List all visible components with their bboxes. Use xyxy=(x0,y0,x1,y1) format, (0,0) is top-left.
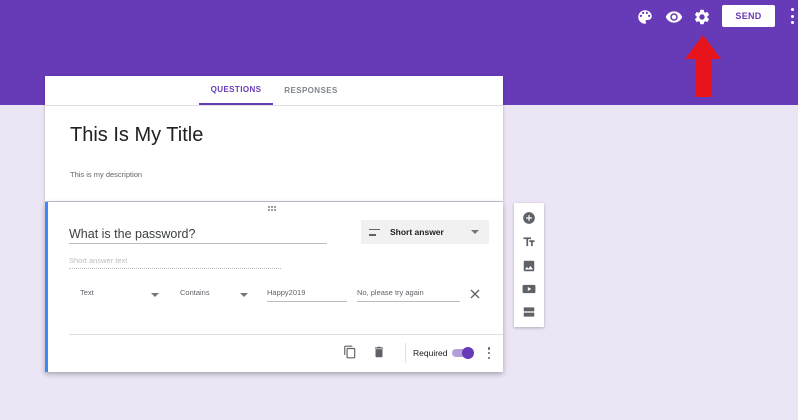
close-icon[interactable] xyxy=(469,288,481,300)
palette-icon[interactable] xyxy=(634,6,656,28)
validation-error-input[interactable]: No, please try again xyxy=(357,288,460,302)
validation-type-chevron-icon[interactable] xyxy=(151,293,159,297)
tab-divider xyxy=(45,105,503,106)
chevron-down-icon xyxy=(471,230,479,234)
image-icon[interactable] xyxy=(521,258,537,274)
short-answer-icon xyxy=(369,228,381,236)
add-question-icon[interactable] xyxy=(521,210,537,226)
tab-questions[interactable]: QUESTIONS xyxy=(199,76,273,105)
question-title-input[interactable]: What is the password? xyxy=(69,227,327,244)
send-button[interactable]: SEND xyxy=(722,5,775,27)
short-answer-placeholder: Short answer text xyxy=(69,256,281,269)
section-icon[interactable] xyxy=(521,304,537,320)
form-description[interactable]: This is my description xyxy=(70,170,142,179)
question-type-select[interactable]: Short answer xyxy=(361,220,489,244)
validation-type-select[interactable]: Text xyxy=(80,288,94,302)
more-vert-icon[interactable] xyxy=(788,8,796,24)
question-footer-divider xyxy=(69,334,503,335)
duplicate-icon[interactable] xyxy=(343,345,357,359)
side-toolbar xyxy=(514,203,544,327)
red-arrow-annotation xyxy=(685,35,721,97)
question-accent-bar xyxy=(45,202,48,372)
question-more-vert-icon[interactable] xyxy=(486,347,492,359)
validation-condition-chevron-icon[interactable] xyxy=(240,293,248,297)
validation-condition-select[interactable]: Contains xyxy=(180,288,210,302)
gear-icon[interactable] xyxy=(691,6,713,28)
trash-icon[interactable] xyxy=(372,345,386,359)
drag-handle-icon[interactable] xyxy=(268,206,280,212)
title-text-icon[interactable] xyxy=(521,234,537,250)
question-type-label: Short answer xyxy=(390,227,444,237)
validation-value-input[interactable]: Happy2019 xyxy=(267,288,347,302)
form-header-card: QUESTIONS RESPONSES This Is My Title Thi… xyxy=(45,76,503,201)
form-title[interactable]: This Is My Title xyxy=(70,124,203,147)
footer-separator xyxy=(405,343,406,363)
video-icon[interactable] xyxy=(521,281,537,297)
question-card[interactable]: What is the password? Short answer Short… xyxy=(45,202,503,372)
tab-responses[interactable]: RESPONSES xyxy=(277,76,345,105)
required-label: Required xyxy=(413,348,448,358)
required-toggle[interactable] xyxy=(452,347,474,359)
eye-icon[interactable] xyxy=(663,6,685,28)
